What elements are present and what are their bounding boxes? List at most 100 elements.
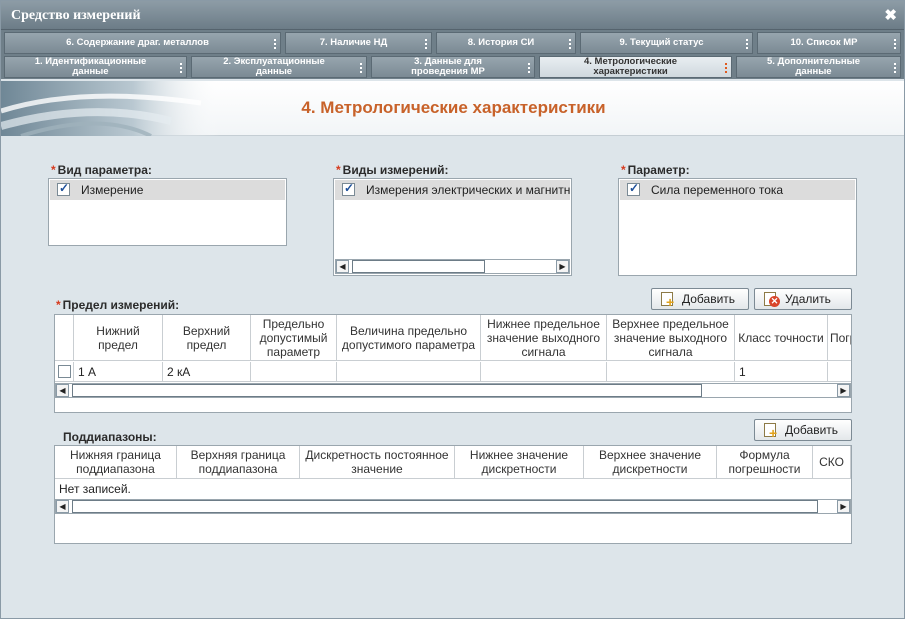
- parameter-label: * Параметр:: [621, 163, 690, 177]
- list-item[interactable]: Измерения электрических и магнитных вели…: [335, 180, 571, 200]
- tab-label: 4. Метрологические характеристики: [584, 57, 677, 77]
- tab-label-line2: характеристики: [593, 66, 668, 77]
- add-icon: +: [659, 291, 676, 309]
- column-header[interactable]: Погрешность: [828, 315, 851, 361]
- parameter-list[interactable]: Сила переменного тока: [618, 178, 857, 276]
- tab-label: 8. История СИ: [467, 37, 535, 48]
- tab-label: 6. Содержание драг. металлов: [66, 37, 209, 48]
- column-header[interactable]: Нижняя граница поддиапазона: [55, 446, 177, 479]
- column-header[interactable]: Нижнее значение дискретности: [455, 446, 584, 479]
- tab-history[interactable]: 8. История СИ: [436, 32, 576, 54]
- grip-icon: [425, 39, 427, 49]
- close-icon[interactable]: ✖: [884, 6, 897, 24]
- tab-label: 3. Данные для проведения МР: [411, 57, 485, 77]
- column-header[interactable]: Величина предельно допустимого параметра: [337, 315, 481, 361]
- tab-identification[interactable]: 1. Идентификационные данные: [4, 56, 187, 78]
- delete-limit-button[interactable]: ✕ Удалить: [754, 288, 852, 310]
- scroll-right-icon[interactable]: ▶: [837, 384, 850, 397]
- tab-label: 7. Наличие НД: [319, 37, 388, 48]
- scrollbar-thumb[interactable]: [72, 500, 818, 513]
- tab-metrological[interactable]: 4. Метрологические характеристики: [539, 56, 732, 78]
- column-header[interactable]: Верхний предел: [163, 315, 251, 361]
- tab-nd[interactable]: 7. Наличие НД: [285, 32, 432, 54]
- tab-label: 9. Текущий статус: [619, 37, 704, 48]
- limits-label-text: Предел измерений:: [62, 298, 180, 312]
- scroll-left-icon[interactable]: ◀: [56, 384, 69, 397]
- table-cell[interactable]: [251, 362, 337, 382]
- column-header[interactable]: Верхняя граница поддиапазона: [177, 446, 300, 479]
- column-header[interactable]: Верхнее предельное значение выходного си…: [607, 315, 735, 361]
- limits-grid: Нижний предел Верхний предел Предельно д…: [54, 314, 852, 413]
- tab-label-line2: данные: [72, 66, 109, 77]
- window-title: Средство измерений: [11, 8, 141, 23]
- grip-icon: [360, 63, 362, 73]
- horizontal-scrollbar[interactable]: ◀ ▶: [55, 383, 851, 398]
- tab-label: 5. Дополнительные данные: [767, 57, 860, 77]
- table-cell[interactable]: 1: [735, 362, 828, 382]
- tab-additional[interactable]: 5. Дополнительные данные: [736, 56, 901, 78]
- grip-icon: [180, 63, 182, 73]
- required-mark: *: [621, 163, 626, 177]
- row-select-cell[interactable]: [55, 362, 74, 382]
- subranges-grid: Нижняя граница поддиапазона Верхняя гран…: [54, 445, 852, 544]
- add-button-label: Добавить: [682, 292, 736, 306]
- scroll-right-icon[interactable]: ▶: [837, 500, 850, 513]
- table-cell[interactable]: [607, 362, 735, 382]
- scroll-left-icon[interactable]: ◀: [336, 260, 349, 273]
- checkbox[interactable]: [57, 181, 70, 196]
- tab-precious-metals[interactable]: 6. Содержание драг. металлов: [4, 32, 281, 54]
- limits-label: * Предел измерений:: [56, 298, 179, 312]
- page-header: 4. Метрологические характеристики: [1, 81, 904, 136]
- param-type-list[interactable]: Измерение: [48, 178, 287, 246]
- required-mark: *: [56, 298, 61, 312]
- scrollbar-thumb[interactable]: [352, 260, 485, 273]
- list-item[interactable]: Измерение: [50, 180, 285, 200]
- checkbox[interactable]: [627, 181, 640, 196]
- column-header[interactable]: Нижнее предельное значение выходного сиг…: [481, 315, 607, 361]
- table-cell[interactable]: [481, 362, 607, 382]
- column-header[interactable]: Верхнее значение дискретности: [584, 446, 717, 479]
- scroll-left-icon[interactable]: ◀: [56, 500, 69, 513]
- required-mark: *: [51, 163, 56, 177]
- measure-types-label-text: Виды измерений:: [342, 163, 449, 177]
- tab-label-line2: данные: [795, 66, 832, 77]
- column-header[interactable]: Формула погрешности: [717, 446, 813, 479]
- table-cell[interactable]: 1 А: [74, 362, 163, 382]
- list-item[interactable]: Сила переменного тока: [620, 180, 855, 200]
- column-header[interactable]: Нижний предел: [74, 315, 163, 361]
- column-header[interactable]: Класс точности: [735, 315, 828, 361]
- scrollbar-thumb[interactable]: [72, 384, 702, 397]
- horizontal-scrollbar[interactable]: ◀ ▶: [55, 499, 851, 514]
- add-limit-button[interactable]: + Добавить: [651, 288, 749, 310]
- tab-operational[interactable]: 2. Эксплуатационные данные: [191, 56, 367, 78]
- parameter-label-text: Параметр:: [627, 163, 690, 177]
- tab-label: 10. Список МР: [790, 37, 858, 48]
- add-subrange-button[interactable]: + Добавить: [754, 419, 852, 441]
- column-header[interactable]: СКО: [813, 446, 851, 479]
- scroll-right-icon[interactable]: ▶: [556, 260, 569, 273]
- window: Средство измерений ✖ 6. Содержание драг.…: [0, 0, 905, 619]
- column-header[interactable]: Предельно допустимый параметр: [251, 315, 337, 361]
- table-cell[interactable]: 2 кА: [163, 362, 251, 382]
- tab-current-status[interactable]: 9. Текущий статус: [580, 32, 753, 54]
- tab-mr-list[interactable]: 10. Список МР: [757, 32, 901, 54]
- subranges-label: Поддиапазоны:: [63, 430, 157, 444]
- tab-row-1: 6. Содержание драг. металлов 7. Наличие …: [1, 30, 904, 55]
- delete-button-label: Удалить: [785, 292, 831, 306]
- table-cell[interactable]: [337, 362, 481, 382]
- measure-types-list[interactable]: Измерения электрических и магнитных вели…: [333, 178, 572, 276]
- tab-label-line2: проведения МР: [411, 66, 485, 77]
- row-checkbox[interactable]: [58, 365, 71, 378]
- grip-icon: [274, 39, 276, 49]
- add-icon: +: [762, 422, 779, 440]
- add-button-label: Добавить: [785, 423, 839, 437]
- param-type-label: * Вид параметра:: [51, 163, 152, 177]
- checkbox[interactable]: [342, 181, 355, 196]
- horizontal-scrollbar[interactable]: ◀ ▶: [335, 259, 570, 274]
- page-title: 4. Метрологические характеристики: [301, 98, 606, 117]
- table-cell[interactable]: [828, 362, 851, 382]
- list-item-label: Измерение: [81, 183, 144, 197]
- grip-icon: [569, 39, 571, 49]
- tab-mr-data[interactable]: 3. Данные для проведения МР: [371, 56, 535, 78]
- column-header[interactable]: Дискретность постоянное значение: [300, 446, 455, 479]
